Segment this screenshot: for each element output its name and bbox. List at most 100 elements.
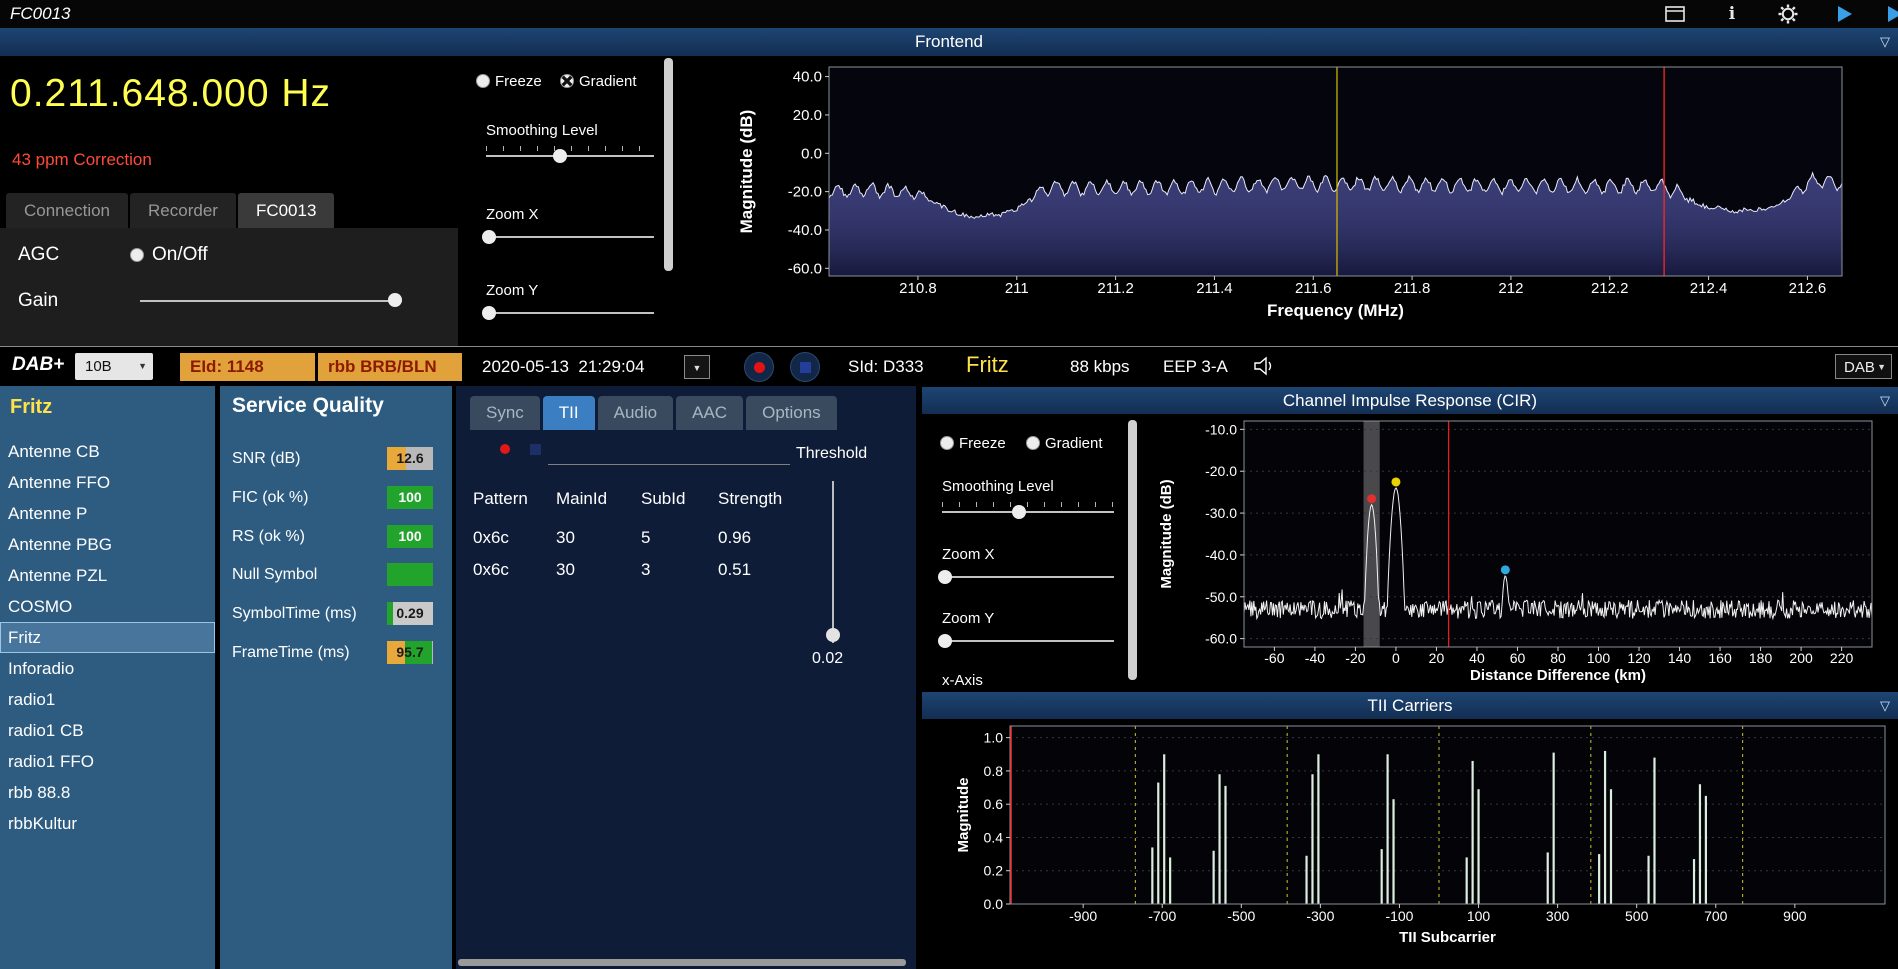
cir-collapse-icon[interactable]: ▽ [1880, 387, 1890, 414]
svg-text:500: 500 [1625, 908, 1649, 924]
svg-text:0.4: 0.4 [984, 829, 1004, 845]
frontend-collapse-icon[interactable]: ▽ [1880, 28, 1890, 56]
gain-slider-track[interactable] [140, 300, 402, 302]
output-mode-select[interactable]: DAB ▼ [1835, 354, 1892, 379]
zoom-y-slider-handle[interactable] [482, 306, 496, 320]
sq-row: RS (ok %) 100 [220, 524, 452, 552]
stop-button[interactable] [790, 352, 820, 382]
threshold-value: 0.02 [812, 650, 844, 667]
record-button[interactable] [744, 352, 774, 382]
cir-splitter-scrollbar[interactable] [1128, 420, 1137, 680]
tii-panel-header: TII Carriers ▽ [922, 692, 1898, 719]
svg-text:Magnitude (dB): Magnitude (dB) [737, 110, 756, 234]
decoder-tab-aac[interactable]: AAC [676, 396, 744, 430]
service-item[interactable]: Antenne P [0, 498, 215, 529]
zoom-y-slider-track[interactable] [486, 312, 654, 314]
play-secondary-icon[interactable] [1882, 3, 1898, 25]
service-item[interactable]: Inforadio [0, 653, 215, 684]
svg-text:211.6: 211.6 [1295, 280, 1331, 297]
sq-row-label: SymbolTime (ms) [232, 605, 357, 623]
zoom-x-slider-track[interactable] [486, 236, 654, 238]
cir-gradient-radio[interactable] [1026, 436, 1040, 450]
service-item[interactable]: rbb 88.8 [0, 777, 215, 808]
datetime-display: 2020-05-13 21:29:04 [482, 357, 645, 376]
freeze-radio[interactable] [476, 74, 490, 88]
gear-icon[interactable] [1776, 3, 1800, 25]
service-item[interactable]: Fritz [0, 622, 215, 653]
channel-select[interactable]: 10B ▼ [75, 353, 153, 380]
smoothing-slider-handle[interactable] [553, 149, 567, 163]
service-item[interactable]: rbbKultur [0, 808, 215, 839]
cir-panel-title: Channel Impulse Response (CIR) [1282, 391, 1538, 410]
decoder-tab-audio[interactable]: Audio [597, 396, 674, 430]
spectrum-chart-area: 210.8 211 211.2 211.4 211.6 211.8 212 212.2 212.… [675, 56, 1898, 346]
svg-text:-40.0: -40.0 [788, 222, 822, 239]
frontend-tab-recorder[interactable]: Recorder [130, 193, 236, 228]
svg-text:60: 60 [1510, 650, 1526, 666]
service-quality-panel: Service Quality SNR (dB) 12.6 FIC (ok %) 10… [220, 386, 452, 969]
service-item[interactable]: Antenne CB [0, 436, 215, 467]
ppm-correction: 43 ppm Correction [12, 150, 152, 169]
cir-zoom-x-handle[interactable] [938, 570, 952, 584]
service-item[interactable]: Antenne PZL [0, 560, 215, 591]
decoder-tab-options[interactable]: Options [746, 396, 837, 430]
tii-table-cell: 0.96 [718, 528, 752, 547]
svg-text:-20.0: -20.0 [1205, 463, 1237, 479]
svg-text:700: 700 [1704, 908, 1728, 924]
frontend-spectrum-chart[interactable]: 210.8 211 211.2 211.4 211.6 211.8 212 212.2 212.… [675, 56, 1898, 346]
decoder-panel: Sync TII Audio AAC Options Threshold Pattern… [456, 386, 916, 969]
agc-radio[interactable] [130, 248, 144, 262]
svg-text:-100: -100 [1385, 908, 1413, 924]
frontend-tab-connection[interactable]: Connection [6, 193, 129, 228]
zoom-x-slider-handle[interactable] [482, 230, 496, 244]
service-item[interactable]: Antenne PBG [0, 529, 215, 560]
cir-zoom-y-handle[interactable] [938, 634, 952, 648]
frequency-display: 0.211.648.000 Hz [10, 72, 332, 115]
cir-chart[interactable]: -60 -40 -20 0 20 40 60 80 100 120 140 160 180 200 220 -… [1140, 414, 1898, 690]
sq-row: SNR (dB) 12.6 [220, 446, 452, 474]
threshold-slider-track[interactable] [832, 481, 834, 643]
frontend-tab-fc0013[interactable]: FC0013 [237, 193, 335, 228]
svg-text:0.0: 0.0 [984, 896, 1004, 912]
service-item[interactable]: Antenne FFO [0, 467, 215, 498]
sq-value-badge [387, 563, 433, 587]
cir-zoom-y-track[interactable] [942, 640, 1114, 642]
service-item[interactable]: radio1 FFO [0, 746, 215, 777]
svg-text:211: 211 [1005, 280, 1029, 297]
threshold-slider-handle[interactable] [826, 628, 840, 642]
speaker-icon[interactable] [1253, 355, 1279, 377]
cir-zoom-x-track[interactable] [942, 576, 1114, 578]
svg-text:-30.0: -30.0 [1205, 505, 1237, 521]
gain-slider-handle[interactable] [388, 293, 402, 307]
info-icon[interactable]: i [1720, 3, 1744, 25]
cir-smoothing-handle[interactable] [1012, 505, 1026, 519]
smoothing-slider-track[interactable] [486, 155, 654, 157]
spectrum-splitter-scrollbar[interactable] [664, 58, 673, 271]
cir-smoothing-track[interactable] [942, 511, 1114, 513]
svg-text:40.0: 40.0 [793, 69, 822, 86]
cir-panel-header: Channel Impulse Response (CIR) ▽ [922, 387, 1898, 414]
decoder-hscrollbar[interactable] [458, 959, 906, 966]
current-service-name: Fritz [966, 352, 1009, 377]
decoder-tab-sync[interactable]: Sync [470, 396, 540, 430]
output-mode-value: DAB [1844, 359, 1875, 376]
tii-carriers-chart[interactable]: -900 -700 -500 -300 -100 100 300 500 700 900 0.0 0.… [922, 719, 1898, 969]
svg-text:-40: -40 [1305, 650, 1325, 666]
cir-freeze-radio[interactable] [940, 436, 954, 450]
play-icon[interactable] [1832, 3, 1856, 25]
tii-collapse-icon[interactable]: ▽ [1880, 692, 1890, 719]
gradient-radio[interactable] [560, 74, 574, 88]
decoder-tab-tii[interactable]: TII [542, 396, 595, 430]
service-item[interactable]: radio1 [0, 684, 215, 715]
cir-x-axis-label: x-Axis [942, 672, 983, 689]
frontend-panel-title: Frontend [914, 32, 984, 51]
datetime-dropdown-button[interactable]: ▼ [684, 355, 710, 379]
window-icon[interactable] [1663, 3, 1687, 25]
cir-smoothing-label: Smoothing Level [942, 478, 1054, 495]
svg-text:-20: -20 [1345, 650, 1365, 666]
sq-row: FIC (ok %) 100 [220, 485, 452, 513]
svg-text:100: 100 [1467, 908, 1491, 924]
service-item[interactable]: COSMO [0, 591, 215, 622]
service-item[interactable]: radio1 CB [0, 715, 215, 746]
sq-badge-value: 12.6 [396, 450, 424, 466]
